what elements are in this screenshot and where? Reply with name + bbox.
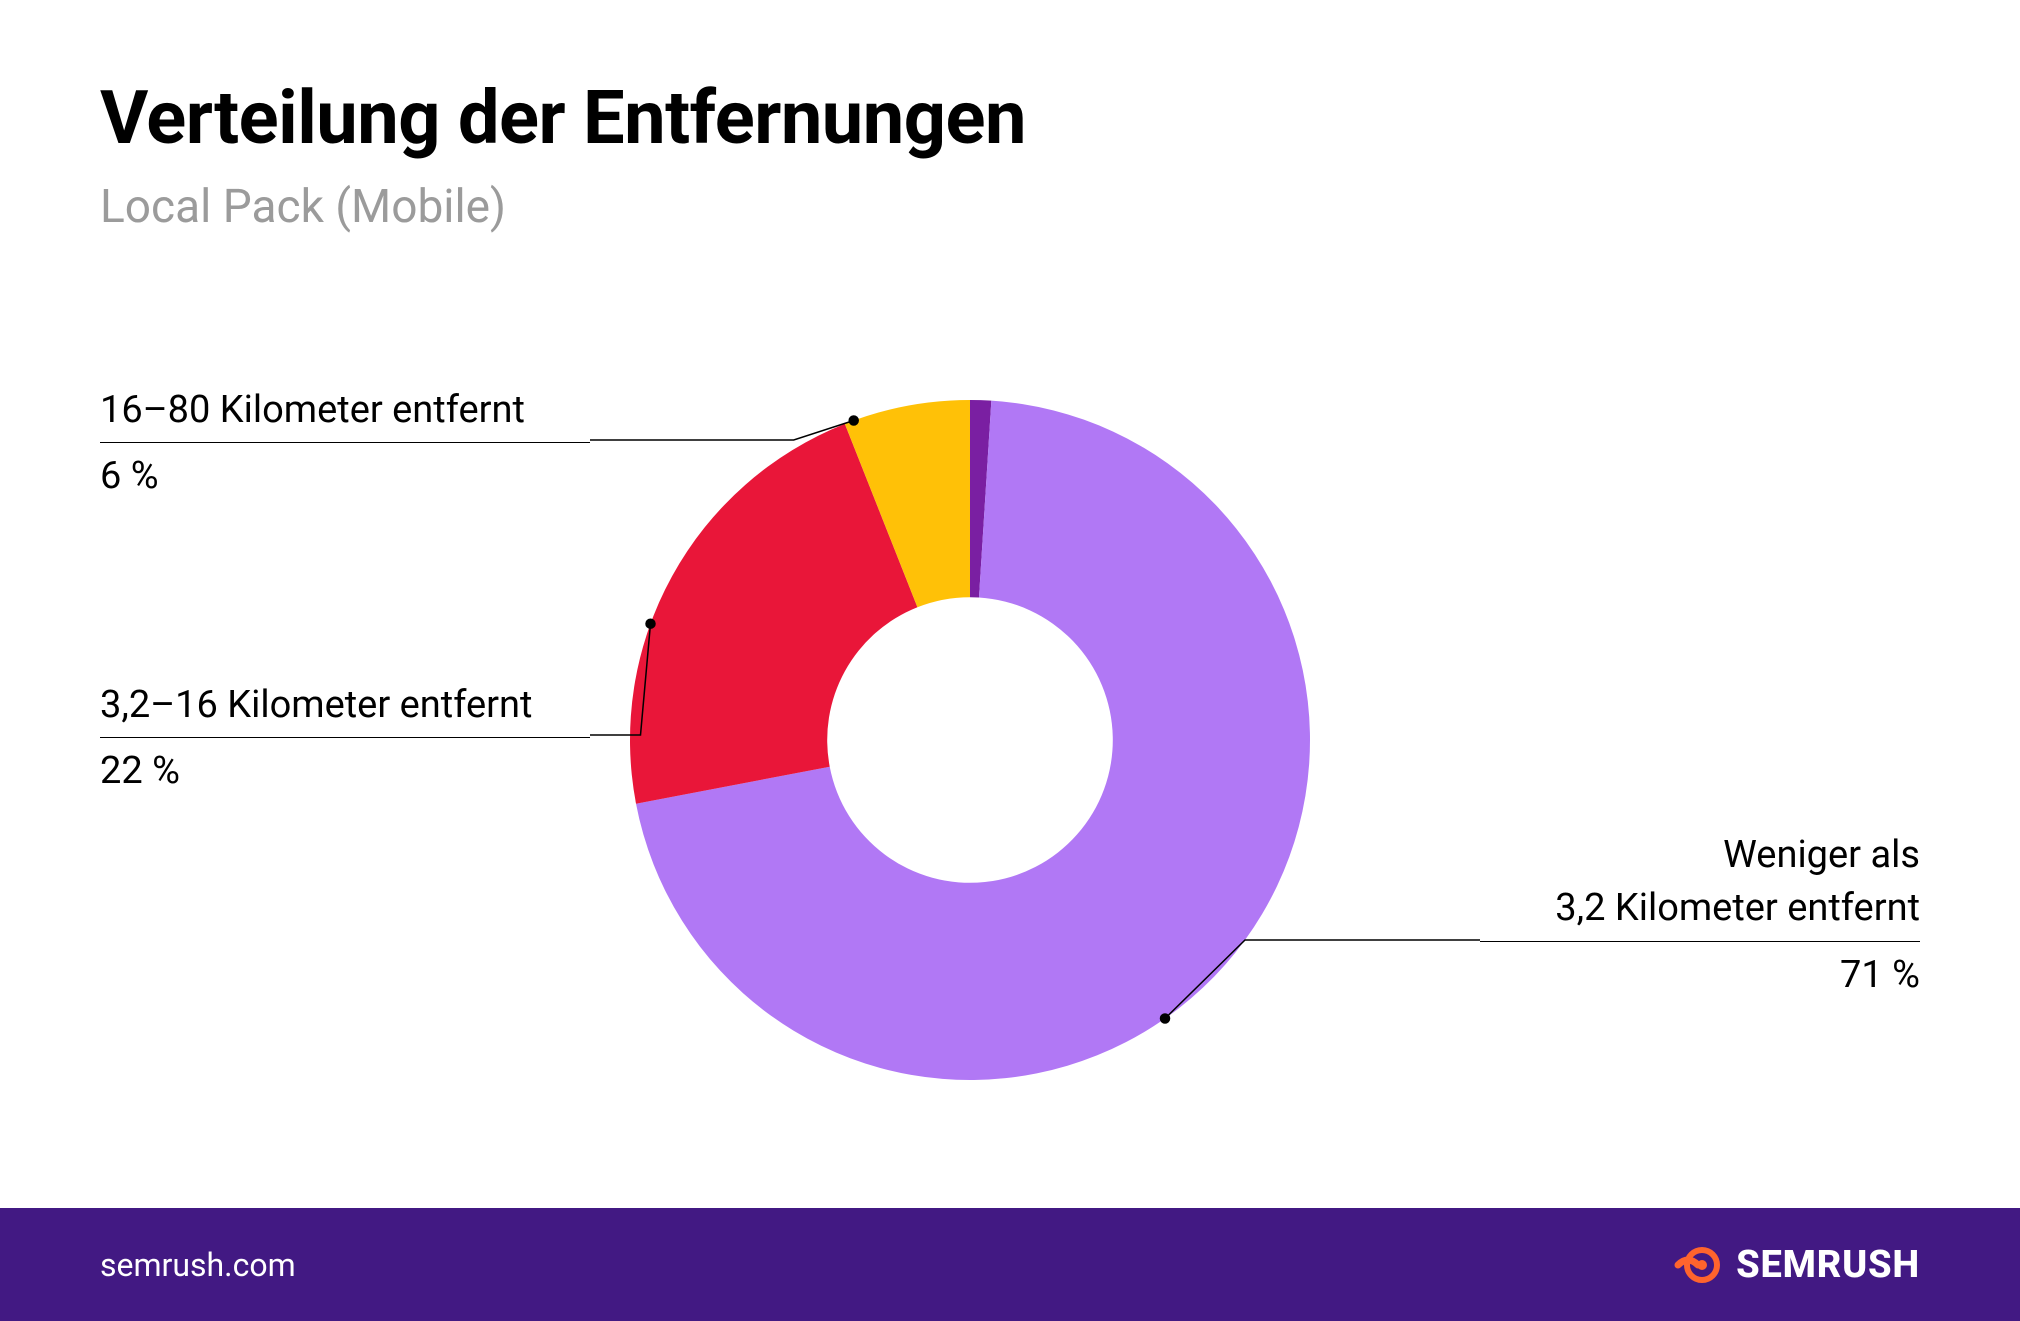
chart-title: Verteilung der Entfernungen xyxy=(100,75,1026,162)
label-less-3-2-name-l2: 3,2 Kilometer entfernt xyxy=(1480,883,1920,934)
label-less-3-2: Weniger als 3,2 Kilometer entfernt 71 % xyxy=(1480,830,1920,1001)
label-3-2-16-name: 3,2–16 Kilometer entfernt xyxy=(100,680,590,731)
leader-dot xyxy=(646,619,655,628)
leader-dot xyxy=(849,416,858,425)
label-less-3-2-value: 71 % xyxy=(1480,950,1920,1001)
footer-url: semrush.com xyxy=(100,1246,296,1284)
donut-slice xyxy=(630,424,917,804)
chart-subtitle: Local Pack (Mobile) xyxy=(100,180,506,234)
label-3-2-16-divider xyxy=(100,737,590,738)
label-less-3-2-name-l1: Weniger als xyxy=(1480,830,1920,881)
label-16-80-name: 16–80 Kilometer entfernt xyxy=(100,385,590,436)
donut-slice xyxy=(970,400,991,597)
donut-slice xyxy=(845,400,970,607)
label-16-80-divider xyxy=(100,442,590,443)
label-3-2-16: 3,2–16 Kilometer entfernt 22 % xyxy=(100,680,590,798)
label-16-80: 16–80 Kilometer entfernt 6 % xyxy=(100,385,590,503)
footer-brand-text: SEMRUSH xyxy=(1736,1243,1920,1287)
donut-slice xyxy=(636,401,1310,1080)
leader-line xyxy=(590,421,854,440)
label-less-3-2-divider xyxy=(1480,941,1920,942)
label-3-2-16-value: 22 % xyxy=(100,746,590,797)
label-16-80-value: 6 % xyxy=(100,451,590,502)
leader-line xyxy=(1165,940,1480,1019)
footer-bar: semrush.com SEMRUSH xyxy=(0,1208,2020,1321)
semrush-logo-icon xyxy=(1674,1241,1722,1289)
footer-brand: SEMRUSH xyxy=(1674,1241,1920,1289)
leader-line xyxy=(590,624,651,735)
leader-dot xyxy=(1161,1014,1170,1023)
